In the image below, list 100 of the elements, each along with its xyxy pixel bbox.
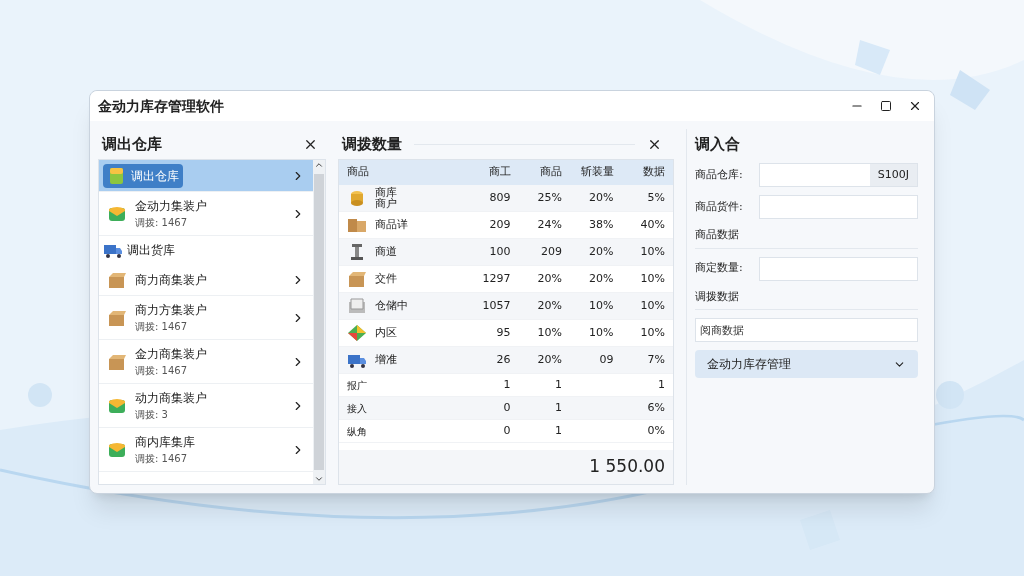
table-cell-text: 商品详 xyxy=(375,216,408,233)
table-cell: 209 xyxy=(541,244,562,258)
section-label: 商品数据 xyxy=(695,227,918,249)
envelope-icon xyxy=(107,440,127,459)
close-icon[interactable] xyxy=(908,99,922,113)
table-cell: 20% xyxy=(537,298,562,312)
item-label: 商内库集库 xyxy=(135,434,195,451)
window-title: 金动力库存管理软件 xyxy=(98,96,224,116)
box-icon xyxy=(107,270,127,289)
table-cell: 10% xyxy=(589,325,614,339)
table-cell-text: 增准 xyxy=(375,351,397,368)
column-header: 数据 xyxy=(642,164,665,181)
table-cell: 20% xyxy=(589,271,614,285)
table-cell: 20% xyxy=(537,271,562,285)
table-cell: 0 xyxy=(503,423,511,437)
table-cell: 6% xyxy=(647,400,665,414)
item-subtitle: 调拨: 1467 xyxy=(135,364,188,378)
list-item[interactable]: 调出仓库 xyxy=(99,160,313,192)
field-label: 商品仓库: xyxy=(695,166,744,183)
table-cell: 809 xyxy=(489,190,511,204)
table-cell: 7% xyxy=(647,352,665,366)
scroll-down-icon[interactable] xyxy=(314,474,324,484)
table-cell-text: 纵角 xyxy=(347,424,367,439)
table-cell: 0 xyxy=(503,400,511,414)
maximize-icon[interactable] xyxy=(880,100,892,112)
table-cell-text: 交件 xyxy=(375,270,397,287)
table-cell: 1 xyxy=(658,377,665,391)
table-cell: 209 xyxy=(489,217,511,231)
total-amount: 1 550.00 xyxy=(589,455,665,479)
table-cell: 09 xyxy=(599,352,614,366)
field-label: 商品货件: xyxy=(695,198,744,215)
decorative-shape xyxy=(950,70,990,110)
item-label: 金动力集装户 xyxy=(135,198,207,215)
column-header: 商品 xyxy=(539,164,562,181)
input-field[interactable]: S100J xyxy=(759,163,918,187)
section-label: 调拨数据 xyxy=(695,288,918,310)
table-cell: 10% xyxy=(640,244,665,258)
table-cell: 10% xyxy=(537,325,562,339)
item-subtitle: 调拨: 1467 xyxy=(135,452,188,466)
table-cell: 1 xyxy=(503,377,511,391)
table-cell: 10% xyxy=(640,271,665,285)
item-label: 金力商集装户 xyxy=(135,346,207,363)
scroll-up-icon[interactable] xyxy=(314,160,324,170)
table-cell: 1297 xyxy=(482,271,511,285)
field-label: 商定数量: xyxy=(695,260,744,277)
table-cell: 10% xyxy=(640,298,665,312)
table-cell-text: 内区 xyxy=(375,324,397,341)
table-cell: 38% xyxy=(589,217,614,231)
decorative-shape xyxy=(855,40,890,75)
decorative-shape xyxy=(936,381,964,409)
table-cell: 5% xyxy=(647,190,665,204)
field-suffix: S100J xyxy=(869,164,917,186)
table-cell: 24% xyxy=(537,217,562,231)
paper-icon xyxy=(347,297,367,315)
box-icon xyxy=(107,308,127,327)
table-cell: 10% xyxy=(589,298,614,312)
table-cell: 1057 xyxy=(482,298,511,312)
item-label: 商力商集装户 xyxy=(135,271,207,289)
boxes-icon xyxy=(347,216,367,234)
table-cell-text: 仓储中 xyxy=(375,297,408,314)
decorative-shape xyxy=(28,383,52,407)
table-cell: 26 xyxy=(496,352,511,366)
table-cell: 1 xyxy=(555,423,562,437)
table-cell-text: 接入 xyxy=(347,401,367,416)
diamond-icon xyxy=(347,324,367,342)
column-header: 商品 xyxy=(347,164,370,181)
input-field[interactable]: 阅商数据 xyxy=(695,318,918,342)
table-cell-text: 报广 xyxy=(347,378,367,393)
table-cell: 0% xyxy=(647,423,665,437)
scrollbar[interactable] xyxy=(313,160,325,484)
table-cell: 1 xyxy=(555,400,562,414)
item-subtitle: 调拨: 3 xyxy=(135,408,169,422)
item-label: 调出仓库 xyxy=(131,167,179,185)
column-header: 斩装量 xyxy=(579,164,614,181)
table-cell: 10% xyxy=(640,325,665,339)
item-label: 商力方集装户 xyxy=(135,302,207,319)
item-subtitle: 调拨: 1467 xyxy=(135,320,188,334)
table-cell: 20% xyxy=(589,244,614,258)
input-field[interactable] xyxy=(759,195,918,219)
table-cell: 20% xyxy=(589,190,614,204)
panel-title: 调拨数量 xyxy=(342,133,402,155)
table-cell: 100 xyxy=(489,244,511,258)
group-label: 调出货库 xyxy=(127,242,175,259)
envelope-icon xyxy=(107,396,127,415)
item-label: 动力商集装户 xyxy=(135,390,207,407)
table-cell: 40% xyxy=(640,217,665,231)
table-cell: 20% xyxy=(537,352,562,366)
item-subtitle: 调拨: 1467 xyxy=(135,216,188,230)
dropdown[interactable]: 金动力库存管理 xyxy=(695,350,918,378)
envelope-icon xyxy=(107,204,127,223)
box-icon xyxy=(347,270,367,288)
column-header: 商工 xyxy=(487,164,511,181)
table-cell-text: 商道 xyxy=(375,243,397,260)
table-cell: 25% xyxy=(537,190,562,204)
table-cell-text: 商库商户 xyxy=(375,187,398,209)
table-cell: 95 xyxy=(496,325,511,339)
box-icon xyxy=(107,352,127,371)
panel-title: 调出仓库 xyxy=(102,133,162,155)
panel-title: 调入合 xyxy=(695,133,740,155)
input-field[interactable] xyxy=(759,256,918,281)
